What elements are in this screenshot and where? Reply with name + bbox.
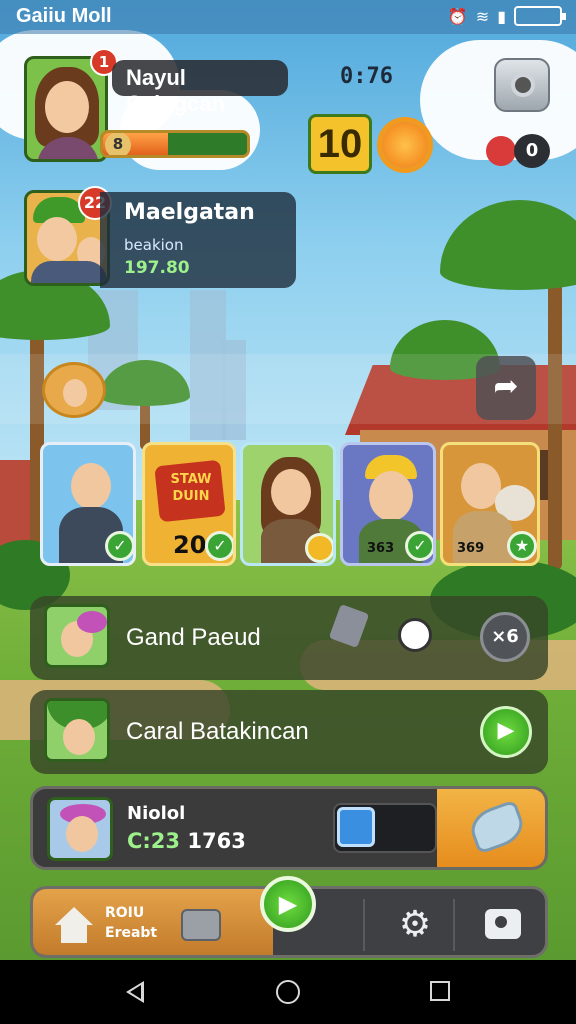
- avatar-face: [45, 81, 89, 133]
- resource-progress-row[interactable]: Niolol C:23 1763: [30, 786, 548, 870]
- photo-icon[interactable]: [181, 909, 221, 941]
- card-character-body: [453, 511, 513, 563]
- xp-level: 8: [105, 133, 131, 155]
- card-count: 369: [457, 541, 485, 556]
- card-character-face: [369, 471, 413, 521]
- stone-icon: [328, 603, 370, 649]
- player-name: Nayul Caiogcan: [126, 65, 226, 116]
- friend-body: [31, 261, 107, 283]
- player-name-plate: Nayul Caiogcan: [112, 60, 288, 116]
- share-arrow-button[interactable]: ➦: [476, 356, 536, 420]
- resource-title: Niolol: [127, 803, 186, 824]
- gem-count[interactable]: 0: [514, 134, 550, 168]
- row-avatar: [44, 604, 110, 668]
- card-character-face: [71, 463, 111, 509]
- home-base: [61, 925, 87, 943]
- status-bar-title: Gaiiu Moll: [16, 5, 112, 27]
- sun-coin-icon[interactable]: [382, 122, 428, 168]
- resource-value-green: C:23: [127, 829, 181, 853]
- row-avatar-face: [63, 719, 95, 755]
- nav-label-line2: Ereabt: [105, 925, 158, 941]
- nav-label-line1: ROIU: [105, 905, 145, 921]
- star-check-icon: ★: [507, 531, 537, 561]
- card-sign-text: STAW DUIN: [170, 472, 212, 504]
- quest-label: Caral Batakincan: [126, 718, 309, 745]
- character-card[interactable]: 369 ★: [440, 442, 540, 566]
- check-icon: ✓: [205, 531, 233, 561]
- check-icon: ✓: [405, 531, 433, 561]
- nav-home-section[interactable]: ROIU Ereabt: [33, 889, 273, 955]
- friend-face: [37, 217, 77, 261]
- row-avatar-hair: [77, 611, 107, 633]
- camera-button[interactable]: [494, 58, 550, 112]
- recent-apps-icon[interactable]: [430, 981, 450, 1001]
- ladybug-gem-icon: [486, 136, 516, 166]
- character-card[interactable]: [240, 442, 336, 566]
- mini-character-icon[interactable]: [42, 362, 106, 418]
- quest-row[interactable]: Caral Batakincan ▶: [30, 690, 548, 774]
- character-card[interactable]: ✓: [40, 442, 136, 566]
- home-roof: [55, 907, 93, 925]
- resource-value: C:23 1763: [127, 829, 246, 853]
- nav-divider: [453, 899, 455, 951]
- row-avatar: [47, 797, 113, 861]
- quest-label: Gand Paeud: [126, 624, 261, 651]
- card-character-face: [271, 469, 311, 515]
- home-circle-icon[interactable]: [276, 980, 300, 1004]
- camera-icon[interactable]: [485, 909, 521, 939]
- gear-icon[interactable]: ⚙: [395, 905, 435, 945]
- character-card[interactable]: 363 ✓: [340, 442, 436, 566]
- card-count: 363: [367, 541, 395, 556]
- play-button[interactable]: ▶: [480, 706, 532, 758]
- back-icon[interactable]: [126, 981, 144, 1003]
- check-icon: ✓: [105, 531, 133, 561]
- system-navigation-bar: [0, 960, 576, 1024]
- coin-icon: [305, 533, 333, 563]
- character-card[interactable]: STAW DUIN 20 ✓: [142, 442, 236, 566]
- jar-icon: [337, 807, 375, 847]
- wifi-icon: ≋: [475, 6, 490, 26]
- signal-icon: ▮: [497, 6, 506, 26]
- status-icons: ⏰ ≋ ▮: [447, 6, 566, 26]
- pig-icon[interactable]: [398, 618, 432, 652]
- xp-bar: 8: [100, 130, 250, 158]
- battery-icon: [514, 6, 566, 26]
- main-play-button[interactable]: ▶: [260, 876, 316, 932]
- quest-row[interactable]: Gand Paeud ×6: [30, 596, 548, 680]
- status-bar: Gaiiu Moll ⏰ ≋ ▮: [0, 0, 576, 34]
- friend-subtitle: beakion: [124, 236, 184, 254]
- xp-bar-remaining: [168, 133, 247, 155]
- nav-home-label: ROIU Ereabt: [105, 903, 157, 943]
- friend-name: Maelgatan: [124, 200, 255, 225]
- level-indicator: 10: [308, 114, 372, 174]
- mini-character-face: [63, 379, 87, 407]
- friend-value: 197.80: [124, 258, 190, 278]
- alarm-icon: ⏰: [447, 6, 468, 26]
- share-arrow-icon: ➦: [493, 369, 519, 404]
- camera-lens-icon: [511, 73, 535, 97]
- game-timer: 0:76: [340, 64, 393, 89]
- home-icon[interactable]: [55, 907, 93, 943]
- card-count: 20: [173, 531, 207, 559]
- nav-divider: [363, 899, 365, 951]
- friend-info-panel[interactable]: Maelgatan beakion 197.80: [100, 192, 296, 288]
- row-avatar-face: [66, 816, 98, 852]
- resource-value-white: 1763: [187, 829, 246, 853]
- row-avatar: [44, 698, 110, 762]
- multiplier-button[interactable]: ×6: [480, 612, 530, 662]
